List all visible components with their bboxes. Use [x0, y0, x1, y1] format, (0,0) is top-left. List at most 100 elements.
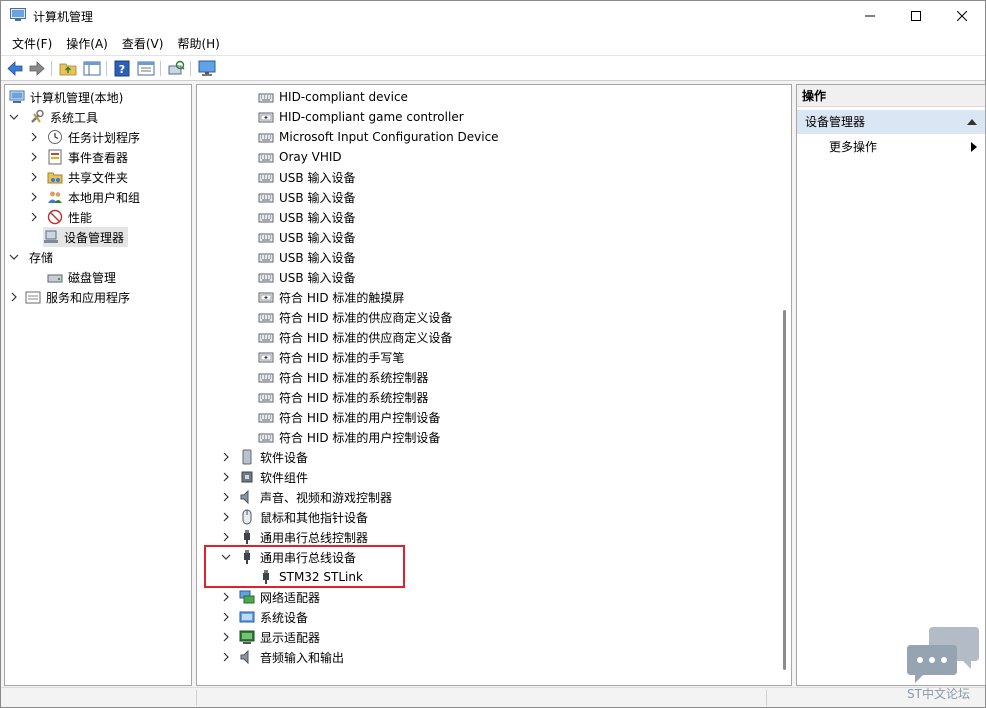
tree-item-services-apps[interactable]: 服务和应用程序: [9, 287, 130, 307]
watermark-text: ST中文论坛: [907, 687, 970, 701]
minimize-button[interactable]: [847, 1, 893, 31]
properties-icon[interactable]: [137, 60, 155, 77]
chevron-right-icon[interactable]: [29, 132, 39, 142]
up-folder-icon[interactable]: [59, 60, 77, 77]
hid-device-item[interactable]: Microsoft Input Configuration Device: [258, 127, 499, 147]
vertical-scrollbar[interactable]: [779, 85, 791, 685]
chevron-right-icon[interactable]: [221, 472, 231, 482]
event-viewer-icon: [48, 149, 62, 165]
chevron-right-icon[interactable]: [221, 592, 231, 602]
show-hide-tree-icon[interactable]: [83, 60, 101, 77]
tree-item-event-viewer[interactable]: 事件查看器: [29, 147, 128, 167]
software-component-icon: [241, 471, 253, 483]
chevron-right-icon[interactable]: [29, 192, 39, 202]
chevron-right-icon[interactable]: [221, 652, 231, 662]
chevron-right-icon[interactable]: [221, 492, 231, 502]
tree-item-label: 本地用户和组: [68, 190, 141, 205]
category-audio-io[interactable]: 音频输入和输出: [221, 647, 344, 667]
close-button[interactable]: [939, 1, 985, 31]
chevron-right-icon[interactable]: [9, 292, 19, 302]
category-system-devices[interactable]: 系统设备: [221, 607, 308, 627]
forward-arrow-icon[interactable]: [28, 60, 46, 77]
chevron-right-icon[interactable]: [221, 512, 231, 522]
scrollbar-thumb[interactable]: [783, 310, 786, 670]
tree-item-local-users[interactable]: 本地用户和组: [29, 187, 140, 207]
category-label: 软件设备: [260, 450, 309, 465]
chevron-right-icon[interactable]: [221, 632, 231, 642]
tree-item-performance[interactable]: 性能: [29, 207, 92, 227]
hid-device-item[interactable]: USB 输入设备: [258, 207, 355, 227]
menu-help[interactable]: 帮助(H): [170, 35, 226, 52]
chevron-right-icon[interactable]: [29, 152, 39, 162]
tree-item-label: 服务和应用程序: [46, 290, 131, 305]
keyboard-device-icon: [258, 313, 274, 323]
collapse-up-icon[interactable]: [967, 119, 977, 125]
hid-device-item[interactable]: Oray VHID: [258, 147, 342, 167]
hid-device-item[interactable]: 符合 HID 标准的供应商定义设备: [258, 307, 452, 327]
menu-file[interactable]: 文件(F): [5, 35, 59, 52]
toolbar: ?: [1, 55, 985, 81]
keyboard-device-icon: [258, 153, 274, 163]
keyboard-device-icon: [258, 193, 274, 203]
hid-device-item[interactable]: 符合 HID 标准的触摸屏: [258, 287, 404, 307]
forum-chat-logo-icon: [907, 627, 979, 683]
chevron-right-icon[interactable]: [221, 612, 231, 622]
actions-section-device-manager[interactable]: 设备管理器: [797, 110, 985, 134]
submenu-arrow-icon[interactable]: [971, 142, 977, 152]
category-software-devices[interactable]: 软件设备: [221, 447, 308, 467]
chevron-right-icon[interactable]: [221, 532, 231, 542]
chevron-down-icon[interactable]: [9, 112, 19, 122]
category-mice[interactable]: 鼠标和其他指针设备: [221, 507, 368, 527]
more-actions-item[interactable]: 更多操作: [829, 137, 877, 157]
maximize-button[interactable]: [893, 1, 939, 31]
hid-device-item[interactable]: 符合 HID 标准的手写笔: [258, 347, 404, 367]
chevron-right-icon[interactable]: [29, 212, 39, 222]
tree-item-storage[interactable]: 存储: [9, 247, 53, 267]
help-icon[interactable]: ?: [113, 60, 131, 77]
tree-item-device-manager[interactable]: 设备管理器: [43, 227, 129, 247]
tree-item-task-scheduler[interactable]: 任务计划程序: [29, 127, 140, 147]
hid-device-item[interactable]: USB 输入设备: [258, 227, 355, 247]
category-usb-controllers[interactable]: 通用串行总线控制器: [221, 527, 368, 547]
chevron-right-icon[interactable]: [221, 452, 231, 462]
hid-device-item[interactable]: 符合 HID 标准的供应商定义设备: [258, 327, 452, 347]
hid-device-item[interactable]: HID-compliant game controller: [258, 107, 464, 127]
actions-header: 操作: [797, 85, 985, 107]
hid-device-item[interactable]: USB 输入设备: [258, 167, 355, 187]
device-label: 符合 HID 标准的系统控制器: [279, 390, 429, 405]
monitor-icon[interactable]: [198, 60, 216, 77]
category-sound[interactable]: 声音、视频和游戏控制器: [221, 487, 392, 507]
chevron-right-icon[interactable]: [29, 172, 39, 182]
back-arrow-icon[interactable]: [6, 60, 24, 77]
tools-icon: [31, 109, 44, 123]
tree-item-system-tools[interactable]: 系统工具: [9, 107, 98, 127]
hid-device-item[interactable]: HID-compliant device: [258, 87, 408, 107]
hid-device-item[interactable]: 符合 HID 标准的用户控制设备: [258, 407, 440, 427]
tree-item-root[interactable]: 计算机管理(本地): [9, 87, 123, 107]
hid-device-item[interactable]: 符合 HID 标准的用户控制设备: [258, 427, 440, 447]
usb-plug-icon: [244, 530, 250, 544]
scan-hardware-icon[interactable]: [167, 60, 185, 77]
close-icon: [957, 11, 967, 21]
tree-item-label: 计算机管理(本地): [30, 90, 124, 105]
tree-item-shared-folders[interactable]: 共享文件夹: [29, 167, 128, 187]
category-software-components[interactable]: 软件组件: [221, 467, 308, 487]
category-network[interactable]: 网络适配器: [221, 587, 320, 607]
chevron-down-icon[interactable]: [9, 252, 19, 262]
hid-device-item[interactable]: 符合 HID 标准的系统控制器: [258, 367, 428, 387]
category-display[interactable]: 显示适配器: [221, 627, 320, 647]
menu-action[interactable]: 操作(A): [59, 35, 115, 52]
touch-input-device-icon: [258, 352, 274, 363]
menu-view[interactable]: 查看(V): [115, 35, 171, 52]
device-label: 符合 HID 标准的供应商定义设备: [279, 330, 453, 345]
hid-device-item[interactable]: USB 输入设备: [258, 247, 355, 267]
hid-device-item[interactable]: USB 输入设备: [258, 267, 355, 287]
system-device-icon: [239, 611, 255, 623]
keyboard-device-icon: [258, 333, 274, 343]
tree-item-disk-management[interactable]: 磁盘管理: [47, 267, 116, 287]
hid-device-item[interactable]: USB 输入设备: [258, 187, 355, 207]
category-label: 网络适配器: [260, 590, 321, 605]
tree-item-label: 性能: [68, 210, 93, 225]
hid-device-item[interactable]: 符合 HID 标准的系统控制器: [258, 387, 428, 407]
speaker-icon: [240, 489, 249, 505]
